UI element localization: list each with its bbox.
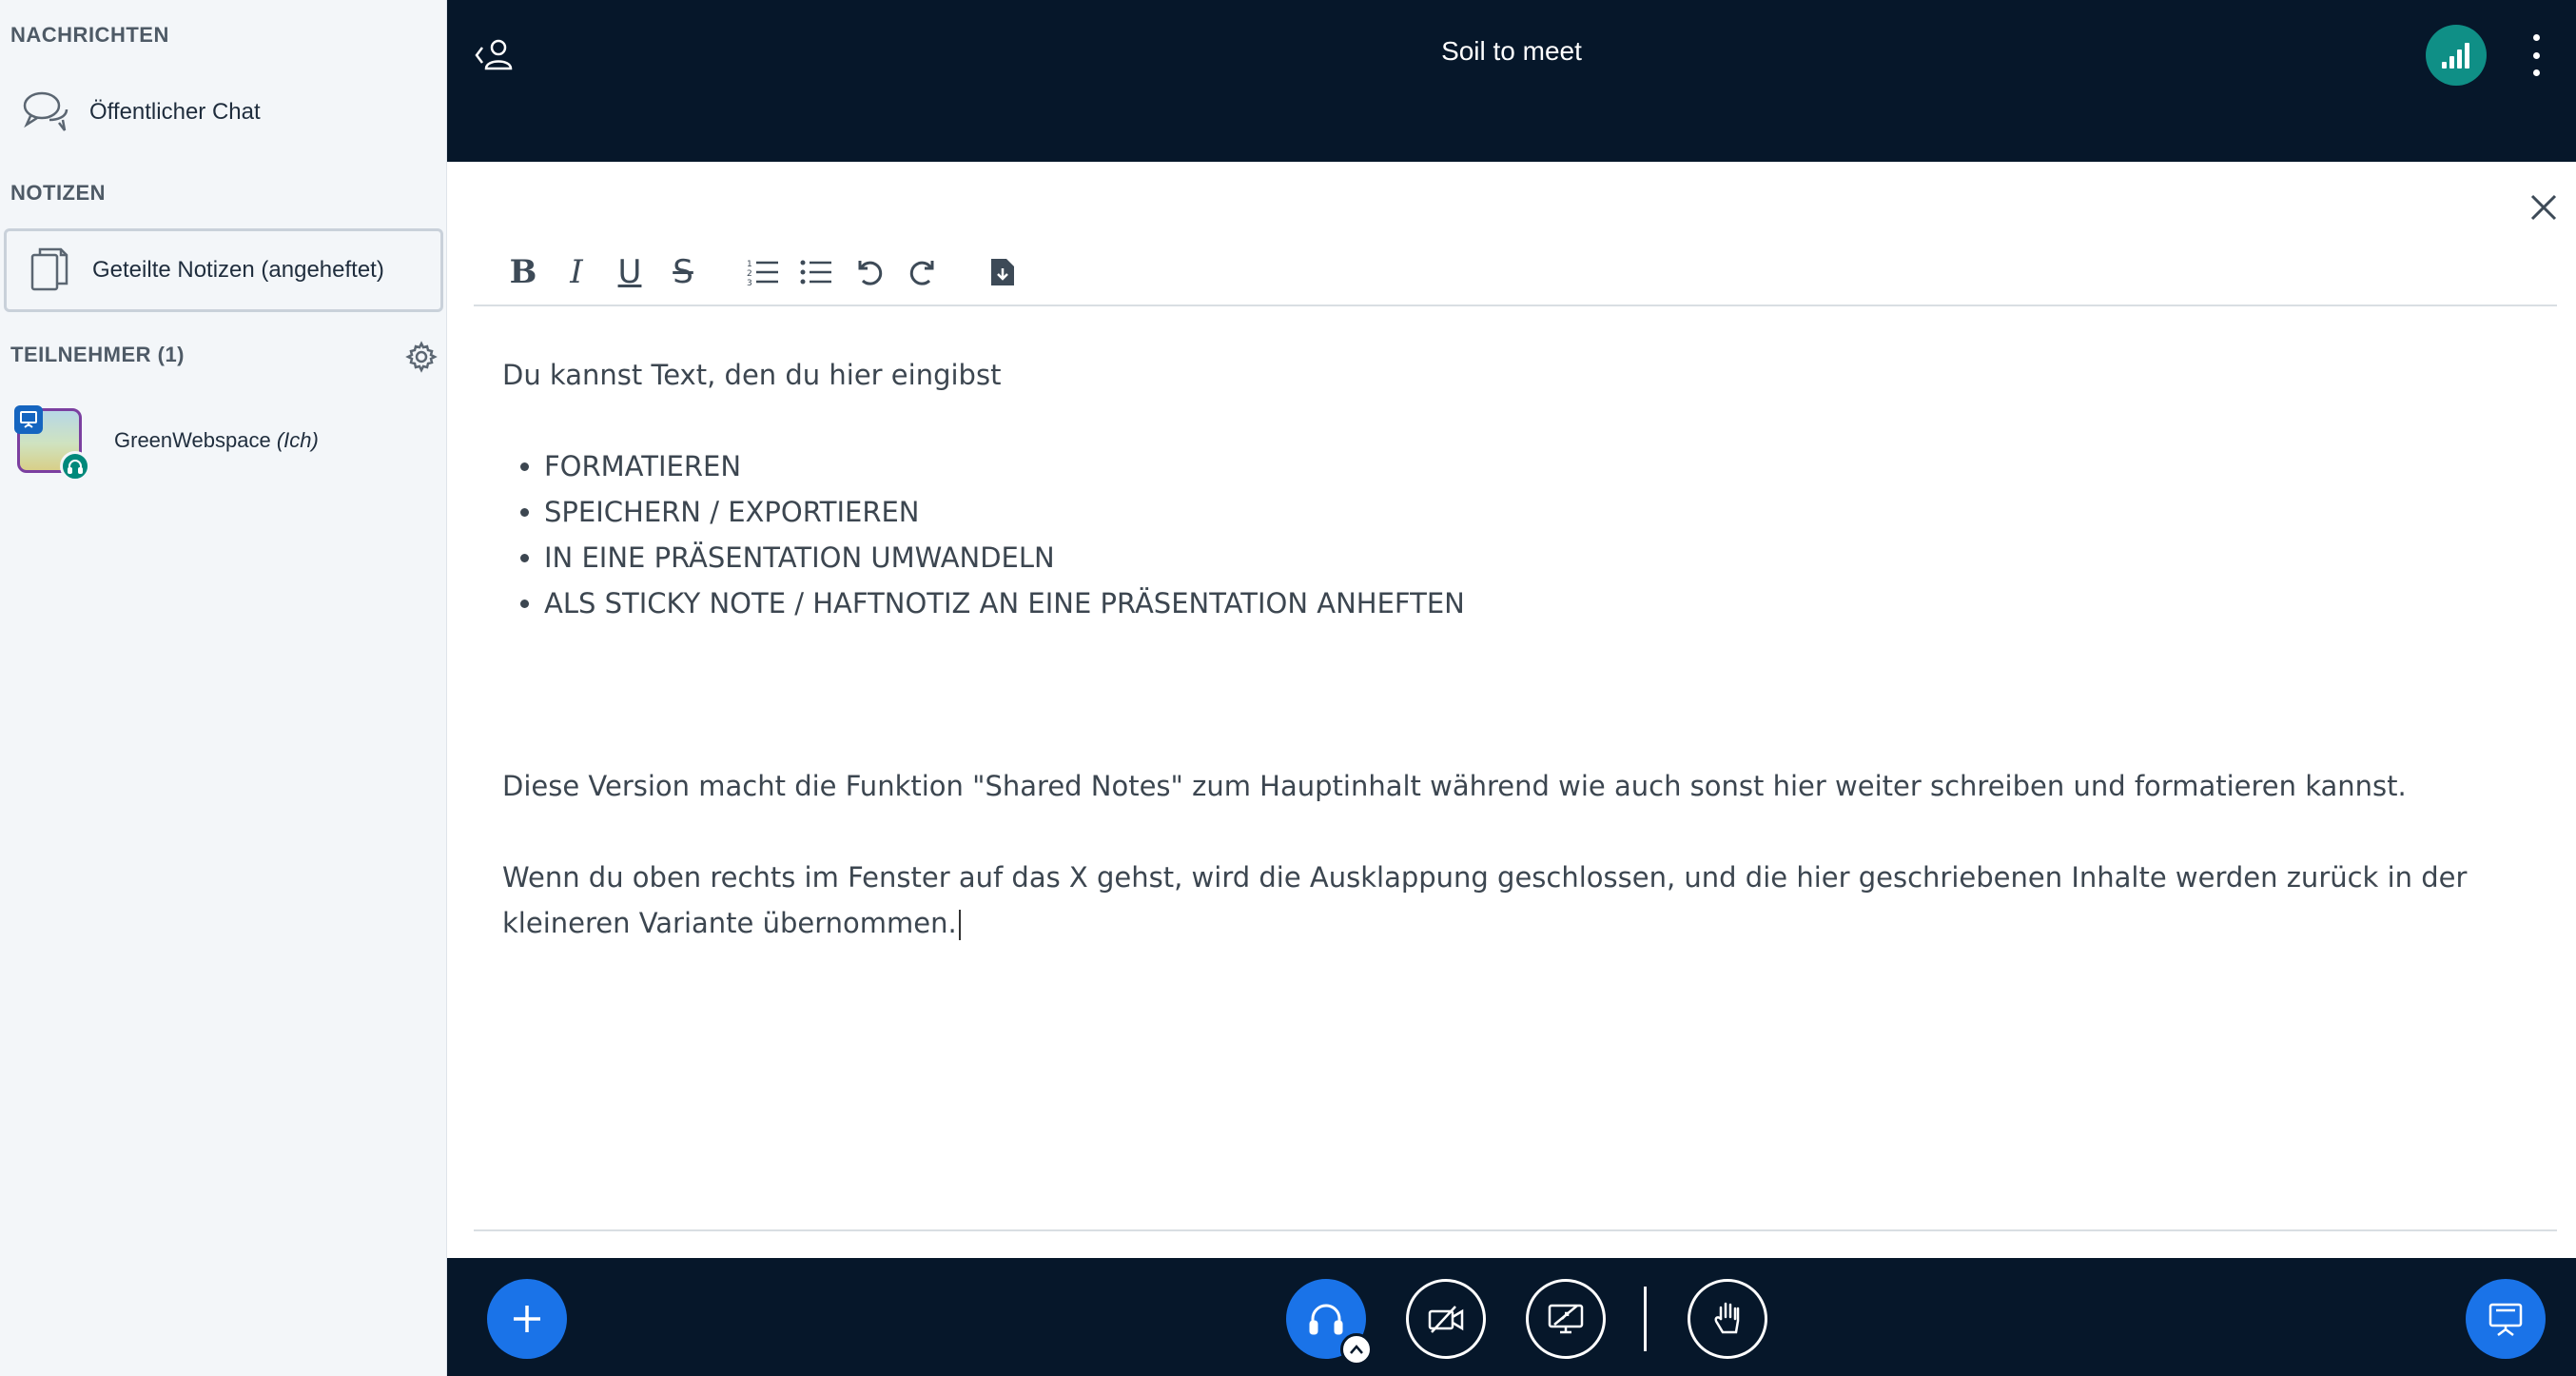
sidebar: NACHRICHTEN Öffentlicher Chat NOTIZEN Ge… [0, 0, 447, 1376]
raise-hand-button[interactable] [1688, 1279, 1767, 1359]
list-item: SPEICHERN / EXPORTIEREN [544, 489, 2509, 535]
list-item: IN EINE PRÄSENTATION UMWANDELN [544, 535, 2509, 580]
meeting-title: Soil to meet [1441, 36, 1582, 66]
headphones-icon [60, 451, 90, 482]
empty-lines [502, 626, 2509, 763]
participants-section-title: TEILNEHMER (1) [10, 343, 185, 366]
ordered-list-icon[interactable]: 1 2 3 [736, 246, 790, 299]
notes-paragraph-text: Wenn du oben rechts im Fenster auf das X… [502, 861, 2468, 939]
participant-name: GreenWebspace (Ich) [114, 428, 319, 453]
sidebar-item-shared-notes[interactable]: Geteilte Notizen (angeheftet) [4, 228, 443, 312]
export-document-icon[interactable] [976, 246, 1029, 299]
connection-status-icon[interactable] [2426, 25, 2487, 86]
svg-text:2: 2 [747, 269, 752, 279]
chevron-up-icon[interactable] [1340, 1333, 1373, 1366]
underline-button[interactable]: U [603, 246, 656, 299]
top-bar: Soil to meet [447, 0, 2576, 162]
undo-icon[interactable] [843, 246, 896, 299]
participant-name-text: GreenWebspace [114, 428, 271, 452]
italic-button[interactable]: I [550, 246, 603, 299]
editor-bottom-divider [474, 1229, 2557, 1231]
sidebar-item-label: Geteilte Notizen (angeheftet) [92, 257, 384, 283]
audio-button[interactable] [1286, 1279, 1373, 1366]
chat-bubbles-icon [4, 88, 89, 136]
sidebar-item-label: Öffentlicher Chat [89, 99, 261, 125]
avatar [14, 405, 90, 482]
notes-intro: Du kannst Text, den du hier eingibst [502, 359, 1002, 391]
gear-icon[interactable] [405, 341, 438, 373]
participant-list-item[interactable]: GreenWebspace (Ich) [14, 405, 436, 482]
notes-bullet-list: FORMATIEREN SPEICHERN / EXPORTIEREN IN E… [502, 443, 2509, 626]
presenter-icon [14, 405, 43, 434]
strikethrough-button[interactable]: S [656, 246, 710, 299]
document-copy-icon [7, 246, 92, 295]
screenshare-off-button[interactable] [1526, 1279, 1606, 1359]
actions-plus-button[interactable] [487, 1279, 567, 1359]
bold-button[interactable]: B [497, 246, 550, 299]
shared-notes-panel: B I U S 1 2 3 Du kannst Text, den du hie… [447, 162, 2576, 1258]
self-tag: (Ich) [276, 428, 319, 452]
editor-toolbar: B I U S 1 2 3 [474, 240, 2557, 306]
presentation-toggle-button[interactable] [2466, 1279, 2546, 1359]
sidebar-item-public-chat[interactable]: Öffentlicher Chat [4, 82, 443, 143]
notes-section-title: NOTIZEN [10, 181, 107, 205]
messages-section-title: NACHRICHTEN [10, 23, 169, 47]
close-icon[interactable] [2527, 190, 2561, 225]
action-bar [447, 1258, 2576, 1376]
list-item: FORMATIEREN [544, 443, 2509, 489]
svg-text:1: 1 [747, 260, 752, 269]
list-item: ALS STICKY NOTE / HAFTNOTIZ AN EINE PRÄS… [544, 580, 2509, 626]
notes-paragraph: Diese Version macht die Funktion "Shared… [502, 770, 2407, 802]
camera-off-button[interactable] [1406, 1279, 1486, 1359]
text-cursor [958, 910, 961, 940]
toolbar-divider [1644, 1287, 1647, 1351]
notes-paragraph-last: Wenn du oben rechts im Fenster auf das X… [502, 855, 2509, 946]
svg-text:3: 3 [747, 279, 752, 286]
bullet-list-icon[interactable] [790, 246, 843, 299]
redo-icon[interactable] [896, 246, 949, 299]
more-options-icon[interactable] [2527, 34, 2546, 76]
notes-editor[interactable]: Du kannst Text, den du hier eingibst FOR… [502, 352, 2509, 946]
